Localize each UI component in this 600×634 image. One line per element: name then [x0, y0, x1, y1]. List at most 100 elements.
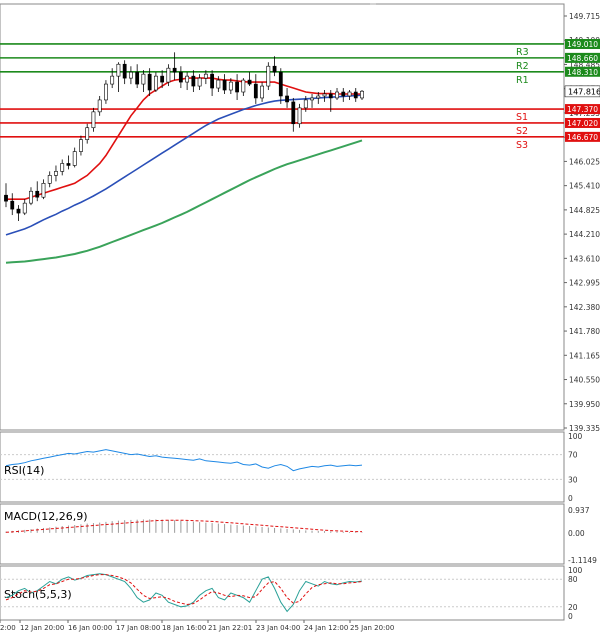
candle-body	[310, 97, 314, 101]
level-value-s3: 146.670	[567, 133, 598, 142]
candle-body	[216, 79, 221, 89]
rsi-label: RSI(14)	[4, 464, 44, 477]
level-value-r1: 148.310	[567, 68, 598, 77]
candle-body	[35, 190, 40, 198]
candle-body	[278, 71, 283, 97]
level-name-s3: S3	[516, 140, 528, 151]
stoch-pane	[0, 565, 565, 621]
time-tick-label: 2:00	[0, 624, 16, 632]
level-name-s1: S1	[516, 112, 528, 123]
candle-body	[266, 65, 271, 87]
current-price-label: 147.816	[568, 87, 600, 96]
macd-label: MACD(12,26,9)	[4, 510, 88, 523]
candle-body	[129, 71, 133, 79]
time-tick-label: 21 Jan 22:01	[208, 624, 252, 632]
candle-body	[172, 67, 177, 73]
candle-body	[160, 75, 165, 83]
candle-body	[247, 79, 252, 85]
candle-body	[47, 175, 52, 184]
rsi-indicator: RSI(14) 100 70 30 0	[0, 432, 583, 503]
candle-body	[29, 190, 33, 204]
candle-body	[66, 163, 71, 166]
candle-body	[347, 91, 352, 97]
time-axis: 2:00 12 Jan 20:00 16 Jan 00:00 17 Jan 08:00…	[0, 620, 394, 632]
candle-body	[260, 85, 264, 99]
stoch-indicator: Stoch(5,5,3) 10080200	[0, 566, 583, 621]
candle-body	[141, 73, 146, 85]
rsi-tick-label: 70	[568, 451, 578, 460]
candle-body	[97, 99, 102, 113]
candle-body	[116, 63, 121, 77]
candle-body	[10, 200, 15, 210]
macd-tick-label: -1.1149	[568, 556, 597, 565]
level-value-r3: 149.010	[567, 40, 598, 49]
moving-averages	[5, 77, 363, 264]
candle-body	[104, 83, 108, 101]
candle-body	[185, 75, 190, 83]
time-tick-label: 23 Jan 04:00	[256, 624, 300, 632]
candle-body	[41, 183, 46, 198]
candle-body	[60, 163, 65, 172]
candle-body	[85, 127, 90, 140]
candle-body	[322, 93, 327, 97]
candle-body	[110, 75, 115, 85]
candle-body	[178, 71, 183, 83]
price-tick-label: 146.025	[569, 157, 600, 166]
candle-body	[341, 91, 346, 97]
candle-body	[228, 81, 233, 91]
candle-body	[191, 75, 196, 87]
candle-body	[328, 93, 333, 99]
time-tick-label: 18 Jan 16:00	[162, 624, 206, 632]
macd-tick-label: 0.00	[568, 529, 585, 538]
candle-body	[222, 79, 227, 91]
time-tick-label: 16 Jan 00:00	[68, 624, 112, 632]
rsi-tick-label: 0	[568, 494, 573, 503]
rsi-line	[5, 449, 363, 472]
candle-body	[91, 111, 96, 129]
candle-body	[166, 67, 171, 83]
candle-body	[197, 77, 202, 87]
time-tick-label: 12 Jan 20:00	[20, 624, 64, 632]
price-tick-label: 143.610	[569, 254, 600, 263]
candle-body	[253, 83, 258, 99]
candle-body	[360, 90, 364, 99]
stoch-tick-label: 80	[568, 575, 578, 584]
candle-body	[241, 79, 246, 93]
price-tick-label: 139.950	[569, 400, 600, 409]
price-tick-label: 142.380	[569, 303, 600, 312]
candle-body	[54, 171, 58, 176]
candle-body	[297, 107, 302, 125]
candle-body	[135, 71, 140, 85]
ma-green-line	[5, 139, 363, 264]
candle-body	[22, 202, 27, 214]
price-tick-label: 142.995	[569, 279, 600, 288]
price-tick-label: 140.550	[569, 376, 600, 385]
time-tick-label: 24 Jan 12:00	[304, 624, 348, 632]
price-tick-label: 141.165	[569, 351, 600, 360]
price-tick-label: 149.715	[569, 12, 600, 21]
stoch-tick-label: 100	[568, 566, 583, 575]
candle-body	[235, 81, 239, 93]
pivot-levels: R3 149.010 R2 148.660 R1 148.310 S1 147.370 S2 14…	[0, 38, 600, 151]
main-pane	[0, 3, 565, 431]
level-value-r2: 148.660	[567, 54, 598, 63]
time-tick-label: 17 Jan 08:00	[116, 624, 160, 632]
candle-body	[316, 95, 321, 99]
price-tick-label: 144.210	[569, 230, 600, 239]
price-tick-label: 145.410	[569, 182, 600, 191]
time-tick-label: 25 Jan 20:00	[350, 624, 394, 632]
candle-body	[303, 99, 308, 109]
level-name-r3: R3	[516, 47, 529, 58]
candle-body	[285, 95, 289, 103]
level-value-s1: 147.370	[567, 105, 598, 114]
price-chart[interactable]: 149.715149.100148.485147.870147.255146.6…	[0, 0, 600, 634]
candle-body	[203, 73, 208, 79]
candle-body	[122, 63, 127, 79]
candle-body	[353, 91, 358, 99]
stoch-tick-label: 0	[568, 612, 573, 621]
macd-tick-label: 0.937	[568, 506, 590, 515]
candle-body	[79, 139, 83, 152]
price-tick-label: 141.780	[569, 327, 600, 336]
candle-body	[4, 194, 8, 202]
level-value-s2: 147.020	[567, 119, 598, 128]
